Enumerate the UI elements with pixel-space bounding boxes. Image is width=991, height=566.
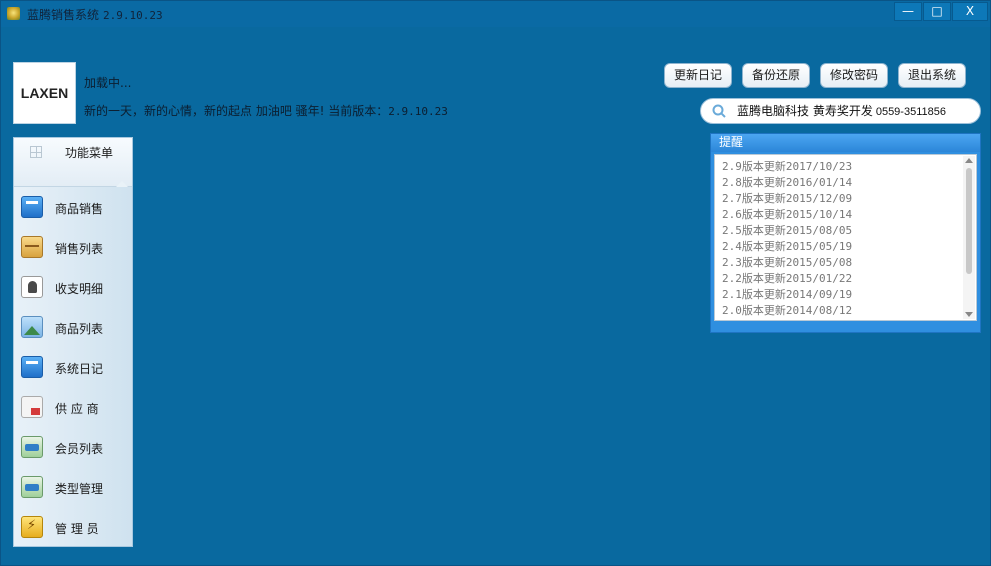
- sidebar-item-label: 销售列表: [55, 242, 104, 256]
- close-button[interactable]: X: [952, 2, 988, 21]
- window-title-text: 蓝腾销售系统: [27, 8, 100, 22]
- category-icon: [21, 476, 43, 498]
- sidebar-item-income-expense[interactable]: 收支明细: [14, 268, 132, 308]
- reminder-list[interactable]: 2.9版本更新2017/10/23 2.8版本更新2016/01/14 2.7版…: [714, 154, 977, 321]
- contact-company: 蓝腾电脑科技 黄寿奖开发: [737, 104, 873, 118]
- sidebar-item-system-log[interactable]: 系统日记: [14, 348, 132, 388]
- exit-system-button[interactable]: 退出系统: [898, 63, 967, 88]
- backup-restore-button[interactable]: 备份还原: [742, 63, 811, 88]
- sidebar-title: 功能菜单: [65, 146, 114, 160]
- member-icon: [21, 436, 43, 458]
- sidebar-item-label: 供 应 商: [55, 402, 99, 416]
- sidebar-item-label: 系统日记: [55, 362, 104, 376]
- welcome-text: 新的一天，新的心情，新的起点 加油吧 骚年! 当前版本：: [84, 104, 389, 118]
- sales-icon: [21, 196, 43, 218]
- loading-status: 加载中...: [84, 76, 132, 90]
- current-version: 2.9.10.23: [388, 105, 448, 118]
- list-item[interactable]: 2.8版本更新2016/01/14: [722, 174, 852, 190]
- menu-list: 商品销售 销售列表 收支明细 商品列表 系统日记 供 应 商 会员列表 类型管理…: [14, 188, 132, 548]
- scroll-down-icon[interactable]: [965, 312, 973, 317]
- list-item[interactable]: 2.2版本更新2015/01/22: [722, 270, 852, 286]
- welcome-message: 新的一天，新的心情，新的起点 加油吧 骚年! 当前版本：2.9.10.23: [84, 102, 448, 119]
- change-password-button[interactable]: 修改密码: [820, 63, 889, 88]
- sidebar-menu: 功能菜单 商品销售 销售列表 收支明细 商品列表 系统日记 供 应 商 会员列表…: [13, 137, 133, 547]
- window-controls: — □ X: [894, 2, 988, 21]
- sidebar-item-product-list[interactable]: 商品列表: [14, 308, 132, 348]
- grid-icon: [30, 146, 42, 158]
- list-item[interactable]: 2.9版本更新2017/10/23: [722, 158, 852, 174]
- sidebar-item-label: 类型管理: [55, 482, 104, 496]
- list-item[interactable]: 2.3版本更新2015/05/08: [722, 254, 852, 270]
- sidebar-item-category[interactable]: 类型管理: [14, 468, 132, 508]
- toolbar: 更新日记 备份还原 修改密码 退出系统: [664, 63, 967, 88]
- contact-phone: 0559-3511856: [875, 106, 946, 118]
- sidebar-item-label: 商品销售: [55, 202, 104, 216]
- maximize-button[interactable]: □: [923, 2, 951, 21]
- scroll-up-icon[interactable]: [965, 158, 973, 163]
- scrollbar[interactable]: [963, 156, 975, 319]
- image-icon: [21, 316, 43, 338]
- sidebar-item-label: 会员列表: [55, 442, 104, 456]
- scroll-thumb[interactable]: [966, 168, 972, 274]
- list-item[interactable]: 2.4版本更新2015/05/19: [722, 238, 852, 254]
- title-bar: 蓝腾销售系统 2.9.10.23 — □ X: [1, 1, 990, 27]
- sidebar-item-label: 收支明细: [55, 282, 104, 296]
- list-item[interactable]: 2.6版本更新2015/10/14: [722, 206, 852, 222]
- minimize-button[interactable]: —: [894, 2, 922, 21]
- sidebar-notch: [116, 181, 128, 187]
- person-icon: [21, 276, 43, 298]
- list-item[interactable]: 2.1版本更新2014/09/19: [722, 286, 852, 302]
- list-item[interactable]: 2.5版本更新2015/08/05: [722, 222, 852, 238]
- reminder-panel: 提醒 2.9版本更新2017/10/23 2.8版本更新2016/01/14 2…: [710, 133, 981, 333]
- main-window: 蓝腾销售系统 2.9.10.23 — □ X LAXEN 加载中... 新的一天，…: [0, 0, 991, 566]
- window-title-version: 2.9.10.23: [103, 9, 163, 22]
- sidebar-item-member-list[interactable]: 会员列表: [14, 428, 132, 468]
- sidebar-header: 功能菜单: [14, 138, 132, 187]
- window-title: 蓝腾销售系统 2.9.10.23: [27, 6, 163, 23]
- list-item[interactable]: 2.0版本更新2014/08/12: [722, 302, 852, 318]
- sidebar-item-admin[interactable]: 管 理 员: [14, 508, 132, 548]
- app-icon: [7, 7, 20, 20]
- logo: LAXEN: [13, 62, 76, 124]
- search-icon: [712, 104, 726, 118]
- contact-bar: 蓝腾电脑科技 黄寿奖开发 0559-3511856: [700, 98, 981, 124]
- sidebar-item-sales-list[interactable]: 销售列表: [14, 228, 132, 268]
- list-item[interactable]: 2.7版本更新2015/12/09: [722, 190, 852, 206]
- sidebar-item-label: 管 理 员: [55, 522, 99, 536]
- contact-info: 蓝腾电脑科技 黄寿奖开发 0559-3511856: [737, 99, 946, 124]
- sidebar-item-supplier[interactable]: 供 应 商: [14, 388, 132, 428]
- sidebar-item-label: 商品列表: [55, 322, 104, 336]
- admin-icon: [21, 516, 43, 538]
- update-log-button[interactable]: 更新日记: [664, 63, 733, 88]
- log-icon: [21, 356, 43, 378]
- reminder-title: 提醒: [711, 134, 980, 152]
- sidebar-item-sales[interactable]: 商品销售: [14, 188, 132, 228]
- supplier-icon: [21, 396, 43, 418]
- box-icon: [21, 236, 43, 258]
